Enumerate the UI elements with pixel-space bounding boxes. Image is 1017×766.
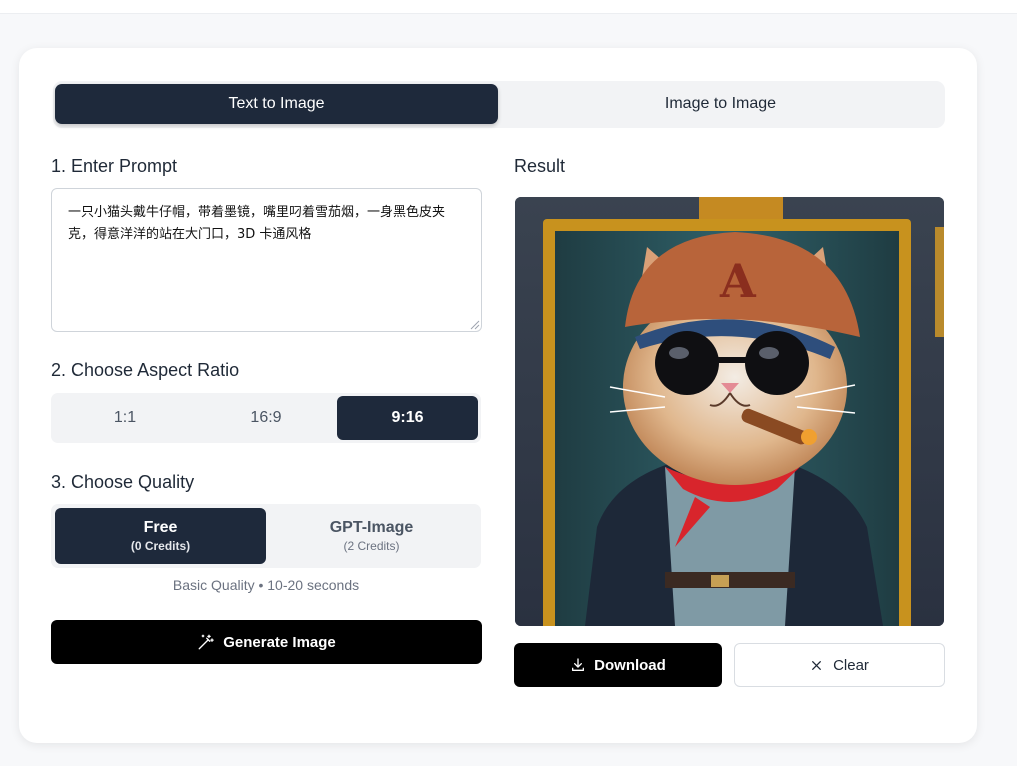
- tab-image-to-image[interactable]: Image to Image: [498, 84, 943, 124]
- ratio-9-16-button[interactable]: 9:16: [337, 396, 478, 440]
- top-bar: [0, 0, 1017, 14]
- quality-gpt-image-button[interactable]: GPT-Image (2 Credits): [266, 508, 477, 564]
- clear-label: Clear: [833, 656, 869, 674]
- aspect-ratio-group: 1:1 16:9 9:16: [51, 393, 481, 443]
- download-icon: [570, 657, 586, 673]
- quality-label: 3. Choose Quality: [51, 472, 195, 492]
- svg-text:A: A: [719, 254, 757, 308]
- quality-note: Basic Quality • 10-20 seconds: [172, 577, 360, 593]
- generate-image-button[interactable]: Generate Image: [51, 620, 482, 664]
- close-icon: [810, 659, 823, 672]
- quality-gpt-credits: (2 Credits): [343, 539, 400, 553]
- result-label: Result: [514, 156, 566, 176]
- generate-image-label: Generate Image: [223, 633, 336, 651]
- quality-free-credits: (0 Credits): [130, 539, 191, 553]
- ratio-1-1-button[interactable]: 1:1: [55, 396, 195, 440]
- quality-free-button[interactable]: Free (0 Credits): [55, 508, 266, 564]
- quality-free-title: Free: [143, 519, 178, 536]
- magic-wand-icon: [197, 633, 215, 651]
- clear-button[interactable]: Clear: [734, 643, 945, 687]
- result-image: A: [515, 197, 944, 626]
- resize-grip-icon[interactable]: [470, 320, 480, 330]
- aspect-ratio-label: 2. Choose Aspect Ratio: [51, 360, 240, 380]
- download-label: Download: [594, 656, 666, 674]
- prompt-label: 1. Enter Prompt: [51, 156, 178, 176]
- mode-tabs: Text to Image Image to Image: [53, 81, 945, 128]
- quality-gpt-title: GPT-Image: [329, 519, 414, 536]
- download-button[interactable]: Download: [514, 643, 722, 687]
- tab-text-to-image[interactable]: Text to Image: [55, 84, 498, 124]
- prompt-textarea[interactable]: 一只小猫头戴牛仔帽，带着墨镜，嘴里叼着雪茄烟，一身黑色皮夹克，得意洋洋的站在大门…: [51, 188, 482, 332]
- quality-group: Free (0 Credits) GPT-Image (2 Credits): [51, 504, 481, 568]
- ratio-16-9-button[interactable]: 16:9: [195, 396, 337, 440]
